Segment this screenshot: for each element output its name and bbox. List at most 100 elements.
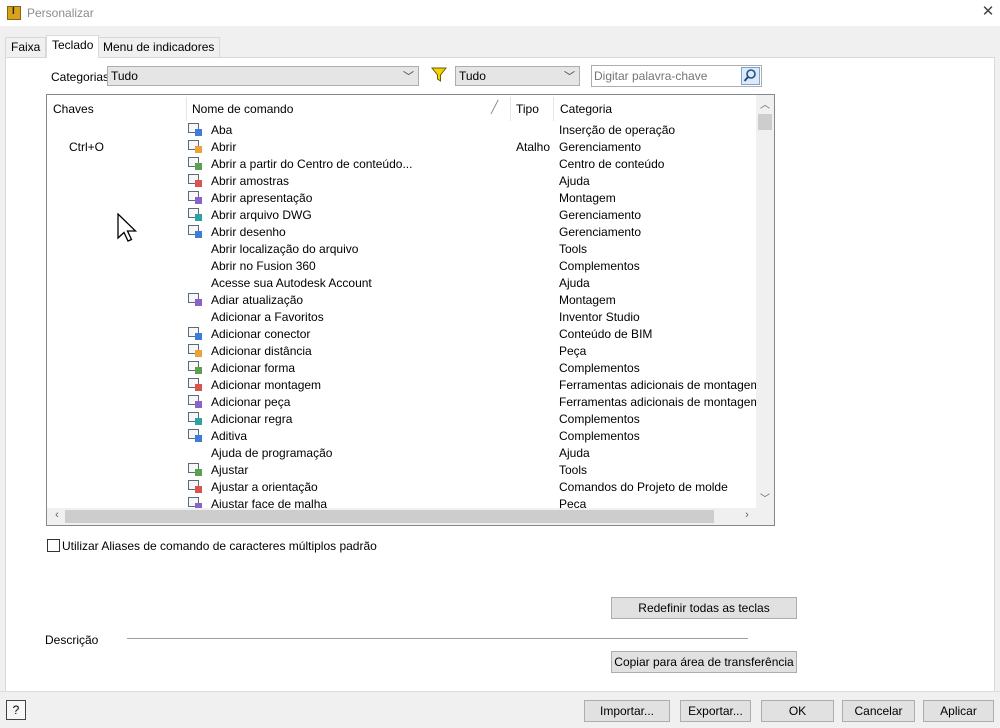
table-row[interactable]: Adicionar regra Complementos <box>47 410 759 427</box>
column-header-type[interactable]: Tipo <box>516 102 539 116</box>
command-category-cell: Inserção de operação <box>559 123 676 137</box>
command-name-cell: Aditiva <box>211 429 248 443</box>
command-category-cell: Tools <box>559 463 588 477</box>
export-button[interactable]: Exportar... <box>680 700 751 722</box>
table-row[interactable]: Adiar atualização Montagem <box>47 291 759 308</box>
vertical-scroll-thumb[interactable] <box>758 114 772 130</box>
table-row[interactable]: Ajustar a orientação Comandos do Projeto … <box>47 478 759 495</box>
vertical-scrollbar[interactable] <box>756 95 774 508</box>
table-row[interactable]: Abrir amostras Ajuda <box>47 172 759 189</box>
command-category-cell: Comandos do Projeto de molde <box>559 480 728 494</box>
table-row[interactable]: Abrir a partir do Centro de conteúdo... C… <box>47 155 759 172</box>
description-divider <box>127 638 748 639</box>
table-row[interactable]: Ajuda de programação Ajuda <box>47 444 759 461</box>
tab-icon <box>187 121 203 137</box>
table-row[interactable]: Ctrl+O Abrir Atalho Gerenciamento <box>47 138 759 155</box>
add-part-icon <box>187 393 203 409</box>
reset-keys-button[interactable]: Redefinir todas as teclas <box>611 597 797 619</box>
footer-divider <box>0 691 1000 692</box>
command-category-cell: Conteúdo de BIM <box>559 327 653 341</box>
search-box[interactable] <box>591 65 762 87</box>
mesh-face-icon <box>187 495 203 509</box>
column-header-category[interactable]: Categoria <box>560 102 612 116</box>
scrollbar-corner <box>756 508 774 525</box>
category-select[interactable]: Tudo ﹀ <box>107 66 419 86</box>
table-row[interactable]: Abrir arquivo DWG Gerenciamento <box>47 206 759 223</box>
table-row[interactable]: Aba Inserção de operação <box>47 121 759 138</box>
type-filter-value: Tudo <box>459 69 486 83</box>
column-header-keys[interactable]: Chaves <box>53 102 94 116</box>
add-assembly-icon <box>187 376 203 392</box>
table-row[interactable]: Acesse sua Autodesk Account Ajuda <box>47 274 759 291</box>
command-name-cell: Abrir <box>211 140 237 154</box>
alias-checkbox[interactable] <box>47 539 60 552</box>
ok-button[interactable]: OK <box>761 700 834 722</box>
command-category-cell: Ajuda <box>559 174 590 188</box>
apply-button[interactable]: Aplicar <box>923 700 994 722</box>
window-title: Personalizar <box>27 6 94 20</box>
mouse-cursor-icon <box>116 212 138 245</box>
table-rows: Aba Inserção de operação Ctrl+O Abrir Atalho… <box>47 121 759 509</box>
command-name-cell: Abrir apresentação <box>211 191 313 205</box>
command-name-cell: Adicionar regra <box>211 412 293 426</box>
table-row[interactable]: Adicionar montagem Ferramentas adicionais… <box>47 376 759 393</box>
command-name-cell: Abrir localização do arquivo <box>211 242 359 256</box>
additive-icon <box>187 427 203 443</box>
column-header-name[interactable]: Nome de comando <box>192 102 293 116</box>
chevron-down-icon: ﹀ <box>564 71 575 83</box>
table-row[interactable]: Abrir desenho Gerenciamento <box>47 223 759 240</box>
table-row[interactable]: Adicionar peça Ferramentas adicionais de … <box>47 393 759 410</box>
command-name-cell: Adicionar forma <box>211 361 296 375</box>
cancel-button[interactable]: Cancelar <box>842 700 915 722</box>
command-category-cell: Inventor Studio <box>559 310 640 324</box>
command-category-cell: Ferramentas adicionais de montagem <box>559 378 759 392</box>
table-row[interactable]: Adicionar forma Complementos <box>47 359 759 376</box>
command-category-cell: Gerenciamento <box>559 140 642 154</box>
import-button[interactable]: Importar... <box>584 700 670 722</box>
command-name-cell: Adiar atualização <box>211 293 304 307</box>
table-row[interactable]: Aditiva Complementos <box>47 427 759 444</box>
sort-indicator-icon: ╱ <box>491 100 499 114</box>
table-row[interactable]: Adicionar conector Conteúdo de BIM <box>47 325 759 342</box>
table-row[interactable]: Adicionar distância Peça <box>47 342 759 359</box>
category-label: Categorias: <box>51 70 113 84</box>
command-category-cell: Tools <box>559 242 588 256</box>
table-row[interactable]: Abrir localização do arquivo Tools <box>47 240 759 257</box>
table-row[interactable]: Adicionar a Favoritos Inventor Studio <box>47 308 759 325</box>
presentation-icon <box>187 189 203 205</box>
type-filter-select[interactable]: Tudo ﹀ <box>455 66 580 86</box>
search-button[interactable] <box>741 67 760 85</box>
command-name-cell: Abrir desenho <box>211 225 286 239</box>
command-name-cell: Abrir no Fusion 360 <box>211 259 316 273</box>
scroll-up-icon[interactable]: ︿ <box>758 96 772 112</box>
adjust-icon <box>187 461 203 477</box>
filter-icon <box>430 66 448 84</box>
command-name-cell: Adicionar conector <box>211 327 311 341</box>
search-input[interactable] <box>594 68 740 84</box>
search-icon <box>743 69 756 82</box>
title-bar <box>0 0 1000 26</box>
scroll-right-icon[interactable]: › <box>740 509 754 524</box>
scroll-left-icon[interactable]: ‹ <box>50 509 64 524</box>
command-category-cell: Ajuda <box>559 276 590 290</box>
defer-update-icon <box>187 291 203 307</box>
content-center-icon <box>187 155 203 171</box>
alias-checkbox-label[interactable]: Utilizar Aliases de comando de caractere… <box>62 539 377 553</box>
orientation-icon <box>187 478 203 494</box>
tab-teclado[interactable]: Teclado <box>46 35 100 58</box>
copy-clipboard-button[interactable]: Copiar para área de transferência <box>611 651 797 673</box>
command-name-cell: Abrir amostras <box>211 174 290 188</box>
horizontal-scroll-thumb[interactable] <box>65 510 714 523</box>
table-row[interactable]: Ajustar Tools <box>47 461 759 478</box>
command-category-cell: Complementos <box>559 259 640 273</box>
close-icon[interactable]: ✕ <box>980 3 996 21</box>
scroll-down-icon[interactable]: ﹀ <box>758 490 772 506</box>
tab-faixa[interactable]: Faixa <box>5 37 47 57</box>
command-category-cell: Centro de conteúdo <box>559 157 665 171</box>
table-row[interactable]: Ajustar face de malha Peça <box>47 495 759 509</box>
table-row[interactable]: Abrir no Fusion 360 Complementos <box>47 257 759 274</box>
help-icon[interactable]: ? <box>6 700 26 720</box>
table-row[interactable]: Abrir apresentação Montagem <box>47 189 759 206</box>
shortcut-list[interactable]: Chaves Nome de comando ╱ Tipo Categoria … <box>46 94 775 526</box>
tab-menu-indicadores[interactable]: Menu de indicadores <box>97 37 221 57</box>
